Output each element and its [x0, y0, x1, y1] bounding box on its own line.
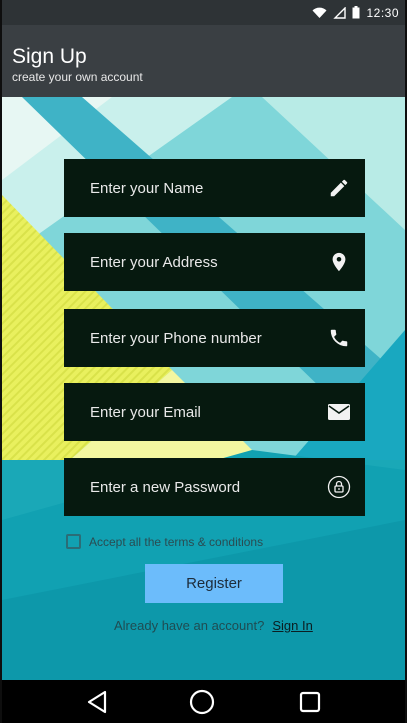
app-bar: Sign Up create your own account [2, 25, 405, 97]
location-pin-icon [327, 250, 351, 274]
email-field[interactable]: Enter your Email [64, 383, 365, 441]
envelope-icon [327, 400, 351, 424]
home-icon[interactable] [188, 688, 216, 716]
back-icon[interactable] [84, 688, 112, 716]
screen: 12:30 Sign Up create your own account En… [2, 0, 405, 723]
signin-row: Already have an account? Sign In [114, 618, 313, 633]
terms-label: Accept all the terms & conditions [89, 534, 264, 549]
pencil-icon [327, 176, 351, 200]
register-button[interactable]: Register [145, 564, 283, 603]
email-field-placeholder: Enter your Email [90, 403, 201, 421]
terms-checkbox[interactable] [66, 534, 81, 549]
wifi-icon [312, 7, 327, 18]
phone-field-placeholder: Enter your Phone number [90, 329, 262, 347]
recent-apps-icon[interactable] [296, 688, 324, 716]
signal-icon [333, 6, 347, 19]
page-subtitle: create your own account [12, 70, 143, 84]
status-bar: 12:30 [2, 0, 405, 25]
terms-row[interactable]: Accept all the terms & conditions [66, 534, 263, 549]
address-field[interactable]: Enter your Address [64, 233, 365, 291]
name-field-placeholder: Enter your Name [90, 179, 204, 197]
lock-icon [327, 475, 351, 499]
page-title: Sign Up [12, 45, 87, 68]
signin-prompt: Already have an account? [114, 618, 265, 633]
navigation-bar [2, 680, 405, 723]
status-time: 12:30 [366, 5, 399, 20]
battery-icon [352, 6, 360, 19]
phone-icon [327, 326, 351, 350]
password-field-placeholder: Enter a new Password [90, 478, 241, 496]
status-icons: 12:30 [312, 0, 399, 25]
address-field-placeholder: Enter your Address [90, 253, 218, 271]
signin-link[interactable]: Sign In [272, 618, 312, 633]
password-field[interactable]: Enter a new Password [64, 458, 365, 516]
name-field[interactable]: Enter your Name [64, 159, 365, 217]
phone-field[interactable]: Enter your Phone number [64, 309, 365, 367]
